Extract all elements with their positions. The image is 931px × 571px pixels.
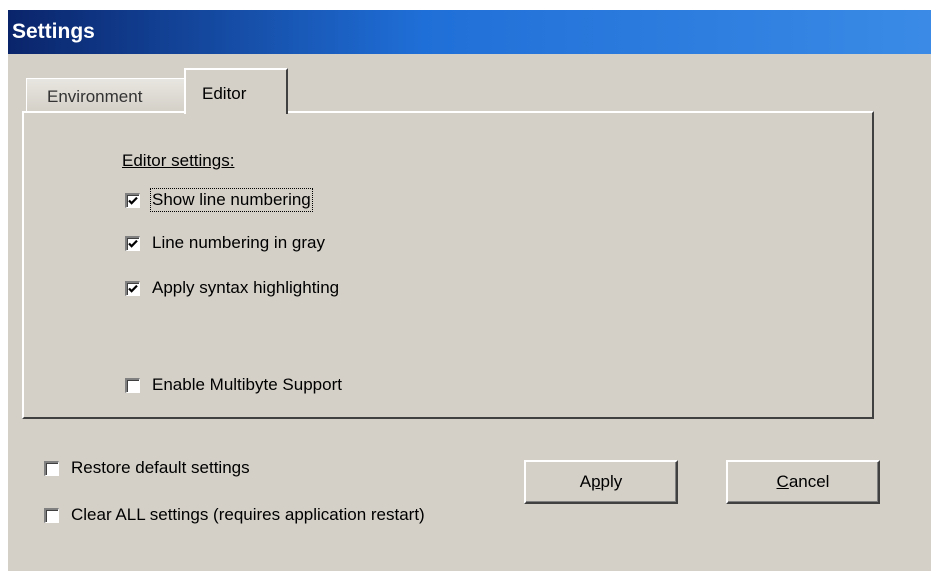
- multibyte-support-option[interactable]: Enable Multibyte Support: [125, 373, 342, 397]
- restore-defaults-label: Restore default settings: [71, 458, 250, 477]
- tab-editor[interactable]: Editor: [184, 68, 288, 114]
- apply-mnemonic: p: [591, 472, 601, 491]
- clear-all-settings-checkbox[interactable]: [44, 507, 59, 523]
- line-numbering-gray-checkbox[interactable]: [125, 235, 140, 251]
- syntax-highlighting-checkbox[interactable]: [125, 280, 140, 296]
- restore-defaults-checkbox[interactable]: [44, 460, 59, 476]
- cancel-label-suffix: ancel: [788, 472, 830, 491]
- line-numbering-gray-option[interactable]: Line numbering in gray: [125, 231, 325, 255]
- syntax-highlighting-option[interactable]: Apply syntax highlighting: [125, 276, 339, 300]
- show-line-numbering-label: Show line numbering: [150, 188, 313, 212]
- cancel-button[interactable]: Cancel: [726, 460, 880, 504]
- tab-environment-label: Environment: [47, 87, 143, 106]
- multibyte-support-checkbox[interactable]: [125, 377, 140, 393]
- cancel-mnemonic: C: [776, 472, 789, 491]
- check-icon: [128, 239, 138, 248]
- multibyte-support-label: Enable Multibyte Support: [152, 375, 342, 394]
- window-title: Settings: [12, 20, 95, 43]
- tab-environment[interactable]: Environment: [26, 78, 186, 112]
- title-bar[interactable]: Settings: [8, 10, 931, 54]
- clear-all-settings-label: Clear ALL settings (requires application…: [71, 505, 425, 524]
- apply-label-prefix: A: [579, 472, 592, 491]
- editor-settings-label: Editor settings:: [122, 151, 235, 170]
- clear-all-settings-option[interactable]: Clear ALL settings (requires application…: [44, 503, 425, 527]
- syntax-highlighting-label: Apply syntax highlighting: [152, 278, 340, 297]
- tab-editor-label: Editor: [202, 84, 247, 103]
- apply-label-suffix: ply: [600, 472, 623, 491]
- check-icon: [128, 196, 138, 205]
- check-icon: [128, 284, 138, 293]
- show-line-numbering-checkbox[interactable]: [125, 192, 140, 208]
- show-line-numbering-option[interactable]: Show line numbering: [125, 188, 313, 212]
- restore-defaults-option[interactable]: Restore default settings: [44, 456, 250, 480]
- line-numbering-gray-label: Line numbering in gray: [152, 233, 325, 252]
- apply-button[interactable]: Ap ply: [524, 460, 678, 504]
